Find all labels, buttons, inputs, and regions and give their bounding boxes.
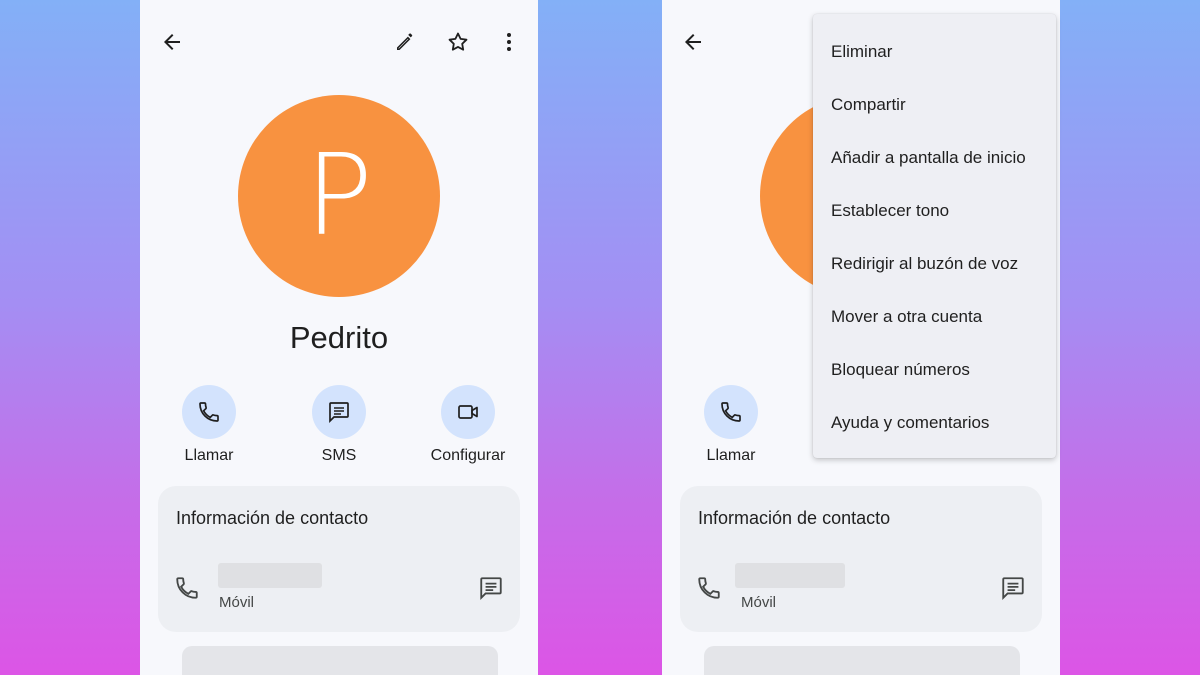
menu-item-delete[interactable]: Eliminar [813, 25, 1056, 78]
more-vert-icon[interactable] [493, 26, 525, 58]
video-call-icon[interactable] [441, 385, 495, 439]
phone-type: Móvil [741, 594, 777, 611]
menu-item-add-to-home[interactable]: Añadir a pantalla de inicio [813, 131, 1056, 184]
avatar: P [238, 95, 440, 297]
call-action[interactable]: Llamar [676, 385, 786, 465]
message-icon[interactable] [312, 385, 366, 439]
call-action[interactable]: Llamar [154, 385, 264, 465]
video-label: Configurar [430, 447, 506, 464]
arrow-back-icon[interactable] [677, 26, 709, 58]
menu-item-share[interactable]: Compartir [813, 78, 1056, 131]
phone-type: Móvil [219, 594, 255, 611]
contact-details-screen: P Pedrito Llamar SMS Configurar Informac… [140, 0, 538, 675]
sms-action[interactable]: SMS [284, 385, 394, 465]
phone-icon[interactable] [696, 575, 722, 601]
menu-item-route-to-voicemail[interactable]: Redirigir al buzón de voz [813, 237, 1056, 290]
redacted-section [704, 646, 1020, 675]
contact-name: Pedrito [289, 320, 389, 355]
arrow-back-icon[interactable] [156, 26, 188, 58]
contact-info-title: Información de contacto [176, 508, 369, 528]
phone-icon[interactable] [704, 385, 758, 439]
sms-label: SMS [321, 447, 357, 464]
contact-info-card: Información de contacto Móvil [158, 486, 520, 632]
message-icon[interactable] [1000, 575, 1026, 601]
avatar-initial: P [305, 131, 373, 261]
video-action[interactable]: Configurar [413, 385, 523, 465]
menu-item-help-feedback[interactable]: Ayuda y comentarios [813, 396, 1056, 449]
redacted-section [182, 646, 498, 675]
message-icon[interactable] [478, 575, 504, 601]
overflow-menu: Eliminar Compartir Añadir a pantalla de … [813, 14, 1056, 458]
star-outline-icon[interactable] [442, 26, 474, 58]
call-label: Llamar [184, 447, 234, 464]
phone-number-redacted[interactable] [735, 563, 845, 588]
contact-info-title: Información de contacto [698, 508, 891, 528]
phone-icon[interactable] [174, 575, 200, 601]
phone-number-redacted[interactable] [218, 563, 322, 588]
menu-item-set-ringtone[interactable]: Establecer tono [813, 184, 1056, 237]
pencil-icon[interactable] [389, 26, 421, 58]
menu-item-move-account[interactable]: Mover a otra cuenta [813, 290, 1056, 343]
call-label: Llamar [706, 447, 756, 464]
menu-item-block-numbers[interactable]: Bloquear números [813, 343, 1056, 396]
contact-info-card: Información de contacto Móvil [680, 486, 1042, 632]
phone-icon[interactable] [182, 385, 236, 439]
